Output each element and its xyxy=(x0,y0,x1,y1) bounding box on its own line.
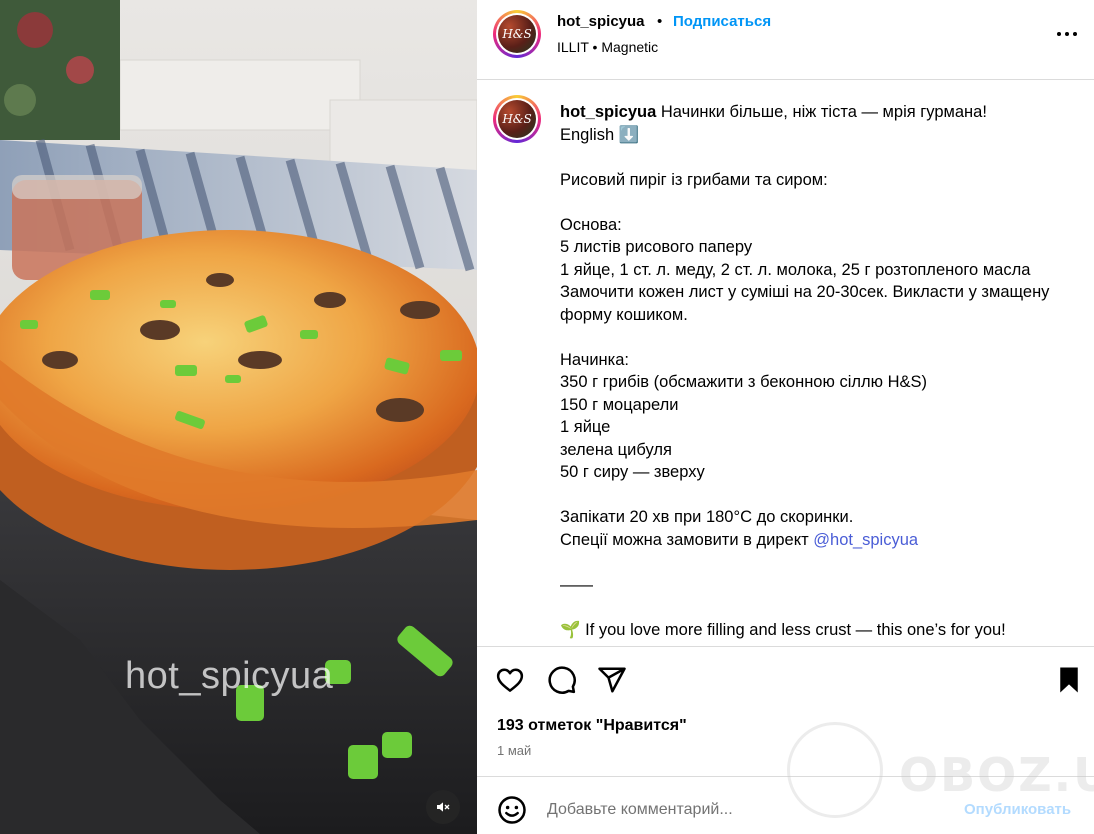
header-username[interactable]: hot_spicyua xyxy=(557,13,645,30)
post-date[interactable]: 1 май xyxy=(497,743,531,758)
share-icon[interactable] xyxy=(597,665,627,695)
header-separator: • xyxy=(657,13,663,30)
post-side-panel: H&S hot_spicyua • Подписаться ILLIT • Ma… xyxy=(477,0,1094,834)
heart-icon[interactable] xyxy=(495,665,525,695)
video-watermark: hot_spicyua xyxy=(125,655,334,697)
post-actions: 193 отметок "Нравится" 1 май xyxy=(477,646,1094,776)
likes-count[interactable]: 193 отметок "Нравится" xyxy=(497,717,687,735)
audio-track[interactable]: ILLIT • Magnetic xyxy=(557,39,658,55)
post-caption: hot_spicyua Начинки більше, ніж тіста — … xyxy=(560,101,1070,641)
avatar[interactable]: H&S xyxy=(493,10,541,58)
post-media[interactable]: hot_spicyua xyxy=(0,0,477,834)
publish-button[interactable]: Опубликовать xyxy=(964,801,1071,818)
caption-avatar-logo: H&S xyxy=(498,100,536,138)
caption-text-english: —— 🌱 If you love more filling and less c… xyxy=(560,575,1006,639)
bookmark-icon[interactable] xyxy=(1054,665,1084,695)
comment-input[interactable] xyxy=(547,797,937,823)
post-photo xyxy=(0,0,477,834)
comment-bar: Опубликовать xyxy=(477,776,1094,834)
caption-avatar[interactable]: H&S xyxy=(493,95,541,143)
avatar-logo: H&S xyxy=(498,15,536,53)
caption-text: Начинки більше, ніж тіста — мрія гурмана… xyxy=(560,103,1050,549)
emoji-icon[interactable] xyxy=(497,795,527,825)
more-horizontal-icon[interactable] xyxy=(1055,22,1079,46)
post-header: H&S hot_spicyua • Подписаться ILLIT • Ma… xyxy=(477,0,1094,80)
caption-username[interactable]: hot_spicyua xyxy=(560,103,656,121)
mute-button[interactable] xyxy=(426,790,460,824)
caption-mention-link[interactable]: @hot_spicyua xyxy=(813,531,918,549)
follow-button[interactable]: Подписаться xyxy=(673,13,771,30)
comment-icon[interactable] xyxy=(547,665,577,695)
caption-area[interactable]: H&S hot_spicyua Начинки більше, ніж тіст… xyxy=(477,81,1094,646)
speaker-muted-icon xyxy=(437,802,450,812)
